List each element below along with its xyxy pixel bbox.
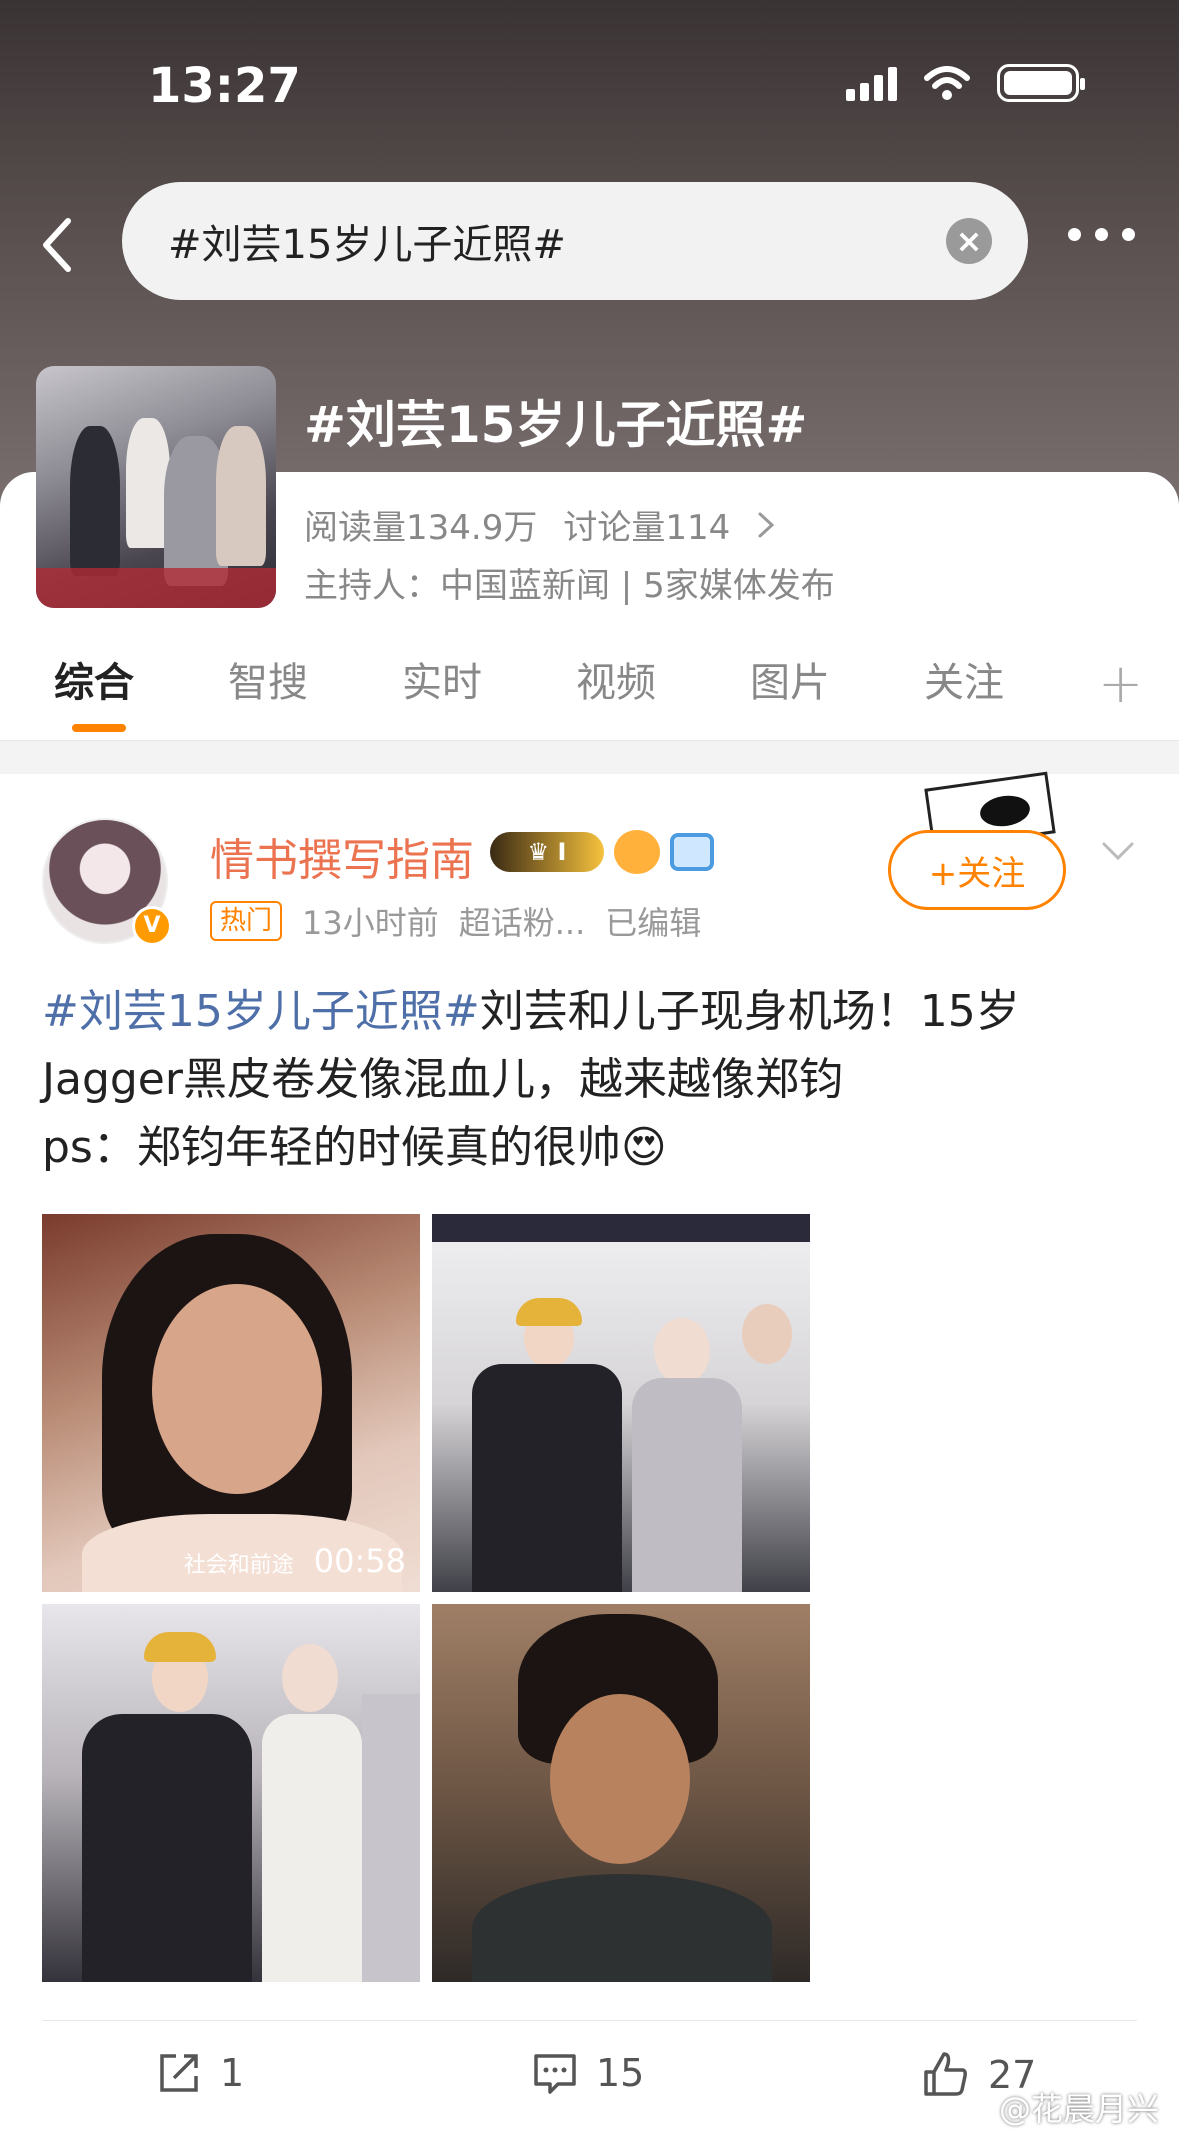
hot-badge: 热门 bbox=[210, 901, 283, 941]
search-query: #刘芸15岁儿子近照# bbox=[168, 222, 566, 268]
post-text: #刘芸15岁儿子近照#刘芸和儿子现身机场！15岁 Jagger黑皮卷发像混血儿，… bbox=[42, 986, 1020, 1173]
video-duration: 00:58 bbox=[313, 1542, 406, 1580]
repost-count: 1 bbox=[220, 2051, 245, 2095]
signal-icon bbox=[846, 65, 897, 101]
thumbs-up-icon bbox=[924, 2052, 967, 2096]
topic-host: 主持人：中国蓝新闻 | 5家媒体发布 bbox=[304, 566, 835, 606]
tab-comprehensive[interactable]: 综合 bbox=[54, 650, 134, 708]
status-time: 13:27 bbox=[148, 58, 301, 114]
video-source: 社会和前途 bbox=[183, 1553, 294, 1578]
video-meta: 社会和前途 00:58 bbox=[184, 1542, 406, 1580]
tab-realtime[interactable]: 实时 bbox=[402, 650, 482, 708]
post-time: 13小时前 bbox=[302, 904, 439, 942]
back-button[interactable] bbox=[28, 210, 84, 280]
section-divider bbox=[0, 740, 1179, 774]
chevron-right-icon bbox=[758, 512, 775, 537]
topic-stats[interactable]: 阅读量134.9万 讨论量114 bbox=[304, 500, 776, 549]
user-badges: ♛ I bbox=[490, 830, 714, 874]
comment-icon bbox=[534, 2054, 576, 2094]
post-source: 超话粉... bbox=[458, 904, 586, 942]
more-options-button[interactable] bbox=[1068, 228, 1135, 241]
search-input[interactable]: #刘芸15岁儿子近照# × bbox=[122, 182, 1028, 300]
fish-badge-icon bbox=[614, 830, 660, 874]
chevron-down-icon[interactable] bbox=[1100, 834, 1136, 870]
topic-thumbnail[interactable] bbox=[36, 366, 276, 608]
tab-smart-search[interactable]: 智搜 bbox=[228, 650, 308, 708]
post-meta: 热门 13小时前 超话粉... 已编辑 bbox=[210, 898, 701, 944]
comment-button[interactable]: 15 bbox=[532, 2050, 644, 2096]
repost-icon bbox=[160, 2054, 198, 2092]
post-image[interactable] bbox=[432, 1604, 810, 1982]
post-hashtag[interactable]: #刘芸15岁儿子近照# bbox=[42, 986, 480, 1037]
chevron-left-icon bbox=[43, 218, 71, 272]
action-divider bbox=[42, 2020, 1137, 2021]
heart-eyes-emoji-icon: 😍 bbox=[620, 1122, 667, 1173]
topic-title: #刘芸15岁儿子近照# bbox=[304, 396, 808, 454]
battery-icon bbox=[997, 64, 1085, 102]
active-tab-indicator bbox=[72, 724, 126, 732]
follow-button[interactable]: +关注 bbox=[888, 830, 1066, 910]
watermark: @花晨月兴 bbox=[998, 2090, 1159, 2128]
repost-button[interactable]: 1 bbox=[156, 2050, 244, 2096]
tab-images[interactable]: 图片 bbox=[750, 650, 830, 708]
post-image[interactable] bbox=[42, 1604, 420, 1982]
clear-search-button[interactable]: × bbox=[946, 218, 992, 264]
comment-count: 15 bbox=[596, 2051, 645, 2095]
tab-bar: 综合 智搜 实时 视频 图片 关注 bbox=[0, 650, 1179, 734]
post-image[interactable] bbox=[432, 1214, 810, 1592]
add-tab-button[interactable]: + bbox=[1098, 652, 1143, 715]
edited-label: 已编辑 bbox=[605, 904, 702, 942]
discussion-count: 讨论量114 bbox=[563, 508, 731, 548]
video-thumbnail[interactable]: 社会和前途 00:58 bbox=[42, 1214, 420, 1592]
tv-badge-icon bbox=[670, 833, 714, 871]
verified-icon: V bbox=[132, 906, 172, 946]
tab-following[interactable]: 关注 bbox=[924, 650, 1004, 708]
read-count: 阅读量134.9万 bbox=[304, 508, 538, 548]
wifi-icon bbox=[924, 66, 970, 100]
username[interactable]: 情书撰写指南 bbox=[210, 824, 474, 888]
status-icons bbox=[846, 64, 1085, 102]
tab-video[interactable]: 视频 bbox=[576, 650, 656, 708]
crown-badge-icon: ♛ I bbox=[490, 832, 604, 872]
